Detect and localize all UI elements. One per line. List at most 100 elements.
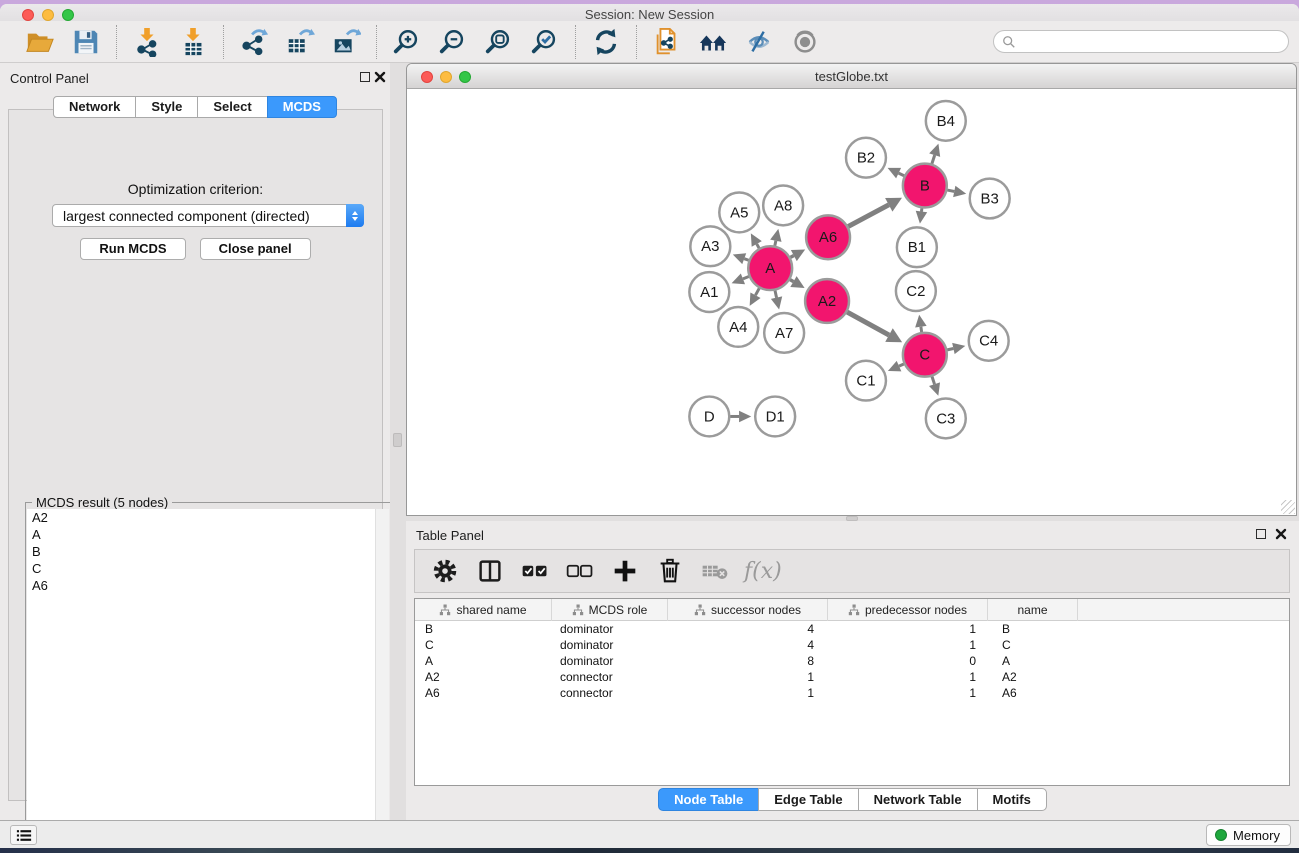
memory-label: Memory <box>1233 828 1280 843</box>
graph-edge-A-A8[interactable] <box>775 241 776 246</box>
network-canvas[interactable]: B4B2BB3A8A5A6A3B1AA1C2A2A4A7C4CC1DD1C3 <box>407 90 1296 515</box>
panel-divider-vertical[interactable] <box>390 63 406 820</box>
tab-select[interactable]: Select <box>197 96 267 118</box>
tab-style[interactable]: Style <box>135 96 198 118</box>
table-row[interactable]: A6connector11A6 <box>415 685 1289 701</box>
graph-edge-A-A7[interactable] <box>775 291 777 298</box>
table-row[interactable]: Cdominator41C <box>415 637 1289 653</box>
open-file-icon[interactable] <box>22 25 58 59</box>
graph-edge-arrowhead <box>915 315 926 328</box>
zoom-out-icon[interactable] <box>435 25 471 59</box>
graph-edge-arrowhead <box>929 144 940 157</box>
graph-edge-A-A2[interactable] <box>790 280 793 282</box>
table-cell: B <box>988 621 1078 637</box>
table-cell: A2 <box>415 669 552 685</box>
optimization-criterion-select[interactable]: largest connected component (directed) <box>52 204 364 227</box>
column-header-predecessor-nodes[interactable]: predecessor nodes <box>828 599 988 621</box>
mcds-result-item[interactable]: B <box>27 543 375 560</box>
graph-edge-arrowhead <box>952 343 965 354</box>
divider-grip[interactable] <box>393 433 402 447</box>
tab-network[interactable]: Network <box>53 96 136 118</box>
graph-edge-A6-B[interactable] <box>848 205 889 227</box>
node-table[interactable]: shared nameMCDS rolesuccessor nodesprede… <box>414 598 1290 786</box>
graph-edge-A-A6[interactable] <box>790 256 793 258</box>
close-panel-icon[interactable] <box>1275 527 1287 539</box>
control-panel: Control Panel Optimization criterion: la… <box>0 63 390 820</box>
table-row[interactable]: Bdominator41B <box>415 621 1289 637</box>
column-header-shared-name[interactable]: shared name <box>415 599 552 621</box>
graph-node-label: A7 <box>775 325 793 342</box>
zoom-in-icon[interactable] <box>389 25 425 59</box>
select-all-icon[interactable] <box>517 553 553 589</box>
table-settings-gear-icon[interactable] <box>427 553 463 589</box>
search-field[interactable] <box>993 30 1289 53</box>
network-view-window: testGlobe.txt B4B2BB3A8A5A6A3B1AA1C2A2A4… <box>406 63 1297 516</box>
tab-mcds[interactable]: MCDS <box>267 96 337 118</box>
export-network-icon[interactable] <box>236 25 272 59</box>
graph-edge-B-B3[interactable] <box>947 190 954 191</box>
table-cell: connector <box>552 669 668 685</box>
table-cell: 8 <box>668 653 828 669</box>
search-input[interactable] <box>1021 34 1280 49</box>
export-table-icon[interactable] <box>282 25 318 59</box>
column-header-mcds-role[interactable]: MCDS role <box>552 599 668 621</box>
delete-table-icon[interactable] <box>697 553 733 589</box>
run-mcds-button[interactable]: Run MCDS <box>80 238 185 260</box>
graph-edge-A2-C[interactable] <box>847 312 889 335</box>
graph-edge-A-A1[interactable] <box>743 277 749 279</box>
mcds-result-item[interactable]: C <box>27 560 375 577</box>
graph-edge-B-B4[interactable] <box>932 155 935 164</box>
export-image-icon[interactable] <box>328 25 364 59</box>
graph-edge-A-A4[interactable] <box>755 288 759 295</box>
home-networks-icon[interactable] <box>695 25 731 59</box>
close-panel-icon[interactable] <box>374 70 386 82</box>
column-header-name[interactable]: name <box>988 599 1078 621</box>
float-panel-icon[interactable] <box>1256 529 1266 539</box>
mcds-result-list[interactable]: A2ABCA6 <box>27 509 375 841</box>
sort-hierarchy-icon <box>572 604 584 616</box>
zoom-fit-icon[interactable] <box>481 25 517 59</box>
zoom-selected-icon[interactable] <box>527 25 563 59</box>
tab-motifs[interactable]: Motifs <box>977 788 1047 811</box>
close-panel-button[interactable]: Close panel <box>200 238 311 260</box>
sort-hierarchy-icon <box>694 604 706 616</box>
table-row[interactable]: A2connector11A2 <box>415 669 1289 685</box>
mcds-result-item[interactable]: A2 <box>27 509 375 526</box>
eye-icon[interactable] <box>787 25 823 59</box>
graph-edge-C-C4[interactable] <box>947 349 953 350</box>
hide-graphics-icon[interactable] <box>741 25 777 59</box>
deselect-all-icon[interactable] <box>562 553 598 589</box>
graph-node-label: B3 <box>981 190 999 207</box>
graph-edge-B-B2[interactable] <box>899 173 905 176</box>
graph-edge-C-C1[interactable] <box>899 364 904 366</box>
work-area: testGlobe.txt B4B2BB3A8A5A6A3B1AA1C2A2A4… <box>406 63 1299 820</box>
window-title: Session: New Session <box>0 7 1299 22</box>
function-builder-icon[interactable]: f(x) <box>742 559 782 584</box>
import-network-icon[interactable] <box>129 25 165 59</box>
mcds-result-item[interactable]: A6 <box>27 577 375 594</box>
show-column-icon[interactable] <box>472 553 508 589</box>
window-resize-grip[interactable] <box>1281 500 1295 514</box>
add-column-icon[interactable] <box>607 553 643 589</box>
graph-edge-A-A5[interactable] <box>757 244 759 248</box>
import-table-icon[interactable] <box>175 25 211 59</box>
memory-button[interactable]: Memory <box>1206 824 1291 846</box>
graph-edge-C-C2[interactable] <box>921 327 922 332</box>
table-cell: 1 <box>828 685 988 701</box>
delete-column-icon[interactable] <box>652 553 688 589</box>
tab-network-table[interactable]: Network Table <box>858 788 978 811</box>
task-history-button[interactable] <box>10 825 37 845</box>
mcds-result-item[interactable]: A <box>27 526 375 543</box>
refresh-layout-icon[interactable] <box>588 25 624 59</box>
save-session-icon[interactable] <box>68 25 104 59</box>
float-panel-icon[interactable] <box>360 72 370 82</box>
table-cell: 0 <box>828 653 988 669</box>
column-header-successor-nodes[interactable]: successor nodes <box>668 599 828 621</box>
graph-edge-A-A3[interactable] <box>744 259 748 261</box>
graph-edge-C-C3[interactable] <box>932 377 935 385</box>
table-row[interactable]: Adominator80A <box>415 653 1289 669</box>
mcds-result-scrollbar[interactable] <box>375 509 389 841</box>
tab-edge-table[interactable]: Edge Table <box>758 788 858 811</box>
tab-node-table[interactable]: Node Table <box>658 788 759 811</box>
clone-network-icon[interactable] <box>649 25 685 59</box>
